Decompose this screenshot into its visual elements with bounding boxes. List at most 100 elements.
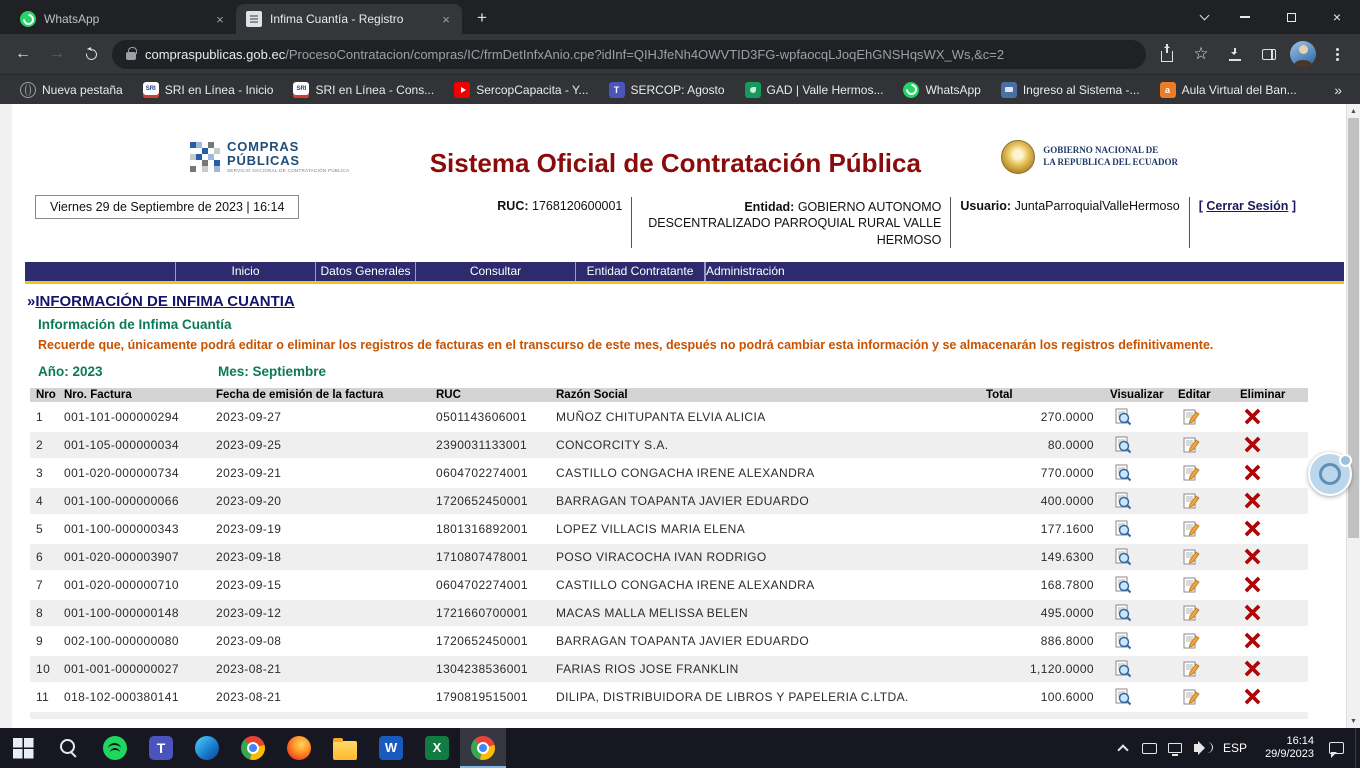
tab-search-chevron-icon[interactable] xyxy=(1186,0,1222,34)
logout-link[interactable]: [ Cerrar Sesión ] xyxy=(1199,195,1296,213)
taskbar-start[interactable] xyxy=(0,728,46,768)
profile-avatar[interactable] xyxy=(1290,41,1316,67)
eliminar-button[interactable] xyxy=(1244,604,1261,621)
eliminar-button[interactable] xyxy=(1244,632,1261,649)
action-center-button[interactable] xyxy=(1323,728,1349,768)
visualizar-button[interactable] xyxy=(1114,604,1132,622)
menu-item[interactable]: Entidad Contratante xyxy=(575,262,705,281)
editar-button[interactable] xyxy=(1182,548,1200,566)
bookmark-item[interactable]: Nueva pestaña xyxy=(12,79,131,101)
bookmark-label: SercopCapacita - Y... xyxy=(476,83,588,97)
visualizar-button[interactable] xyxy=(1114,632,1132,650)
cell-razon-social: LOPEZ VILLACIS MARIA ELENA xyxy=(550,516,980,542)
close-button[interactable]: × xyxy=(1314,0,1360,34)
show-desktop-strip[interactable] xyxy=(1355,728,1360,768)
floating-widget[interactable] xyxy=(1308,452,1352,496)
menu-item[interactable]: Inicio xyxy=(175,262,315,281)
bookmark-item[interactable]: SRI en Línea - Inicio xyxy=(135,79,282,101)
taskbar-file-explorer[interactable] xyxy=(322,728,368,768)
taskbar-spotify[interactable] xyxy=(92,728,138,768)
browser-menu-button[interactable] xyxy=(1324,41,1350,67)
eliminar-button[interactable] xyxy=(1244,436,1261,453)
eliminar-button[interactable] xyxy=(1244,492,1261,509)
taskbar-chrome[interactable] xyxy=(460,728,506,768)
bookmark-item[interactable]: SercopCapacita - Y... xyxy=(446,79,596,101)
year-label: Año: 2023 xyxy=(38,364,218,379)
bookmark-item[interactable]: SRI en Línea - Cons... xyxy=(285,79,442,101)
visualizar-button[interactable] xyxy=(1114,688,1132,706)
maximize-button[interactable] xyxy=(1268,0,1314,34)
eliminar-button[interactable] xyxy=(1244,660,1261,677)
taskbar-word[interactable] xyxy=(368,728,414,768)
editar-button[interactable] xyxy=(1182,436,1200,454)
visualizar-button[interactable] xyxy=(1114,436,1132,454)
page-scrollbar[interactable]: ▲ ▼ xyxy=(1346,104,1360,728)
gov-text-line: GOBIERNO NACIONAL DE xyxy=(1043,145,1178,157)
visualizar-button[interactable] xyxy=(1114,576,1132,594)
editar-button[interactable] xyxy=(1182,492,1200,510)
bookmark-item[interactable]: Aula Virtual del Ban... xyxy=(1152,79,1305,101)
refresh-button[interactable] xyxy=(78,41,104,67)
bookmark-item[interactable]: WhatsApp xyxy=(895,79,988,101)
tab-close-icon[interactable]: × xyxy=(438,11,454,27)
visualizar-button[interactable] xyxy=(1114,548,1132,566)
minimize-button[interactable] xyxy=(1222,0,1268,34)
scroll-down-icon[interactable]: ▼ xyxy=(1347,714,1360,728)
taskbar-edge[interactable] xyxy=(184,728,230,768)
eliminar-button[interactable] xyxy=(1244,576,1261,593)
editar-button[interactable] xyxy=(1182,520,1200,538)
taskbar-excel[interactable] xyxy=(414,728,460,768)
tab-whatsapp[interactable]: WhatsApp × xyxy=(10,4,236,34)
tray-volume[interactable] xyxy=(1188,728,1214,768)
language-indicator[interactable]: ESP xyxy=(1214,741,1256,755)
lock-icon[interactable] xyxy=(126,52,136,60)
tray-network[interactable] xyxy=(1162,728,1188,768)
editar-button[interactable] xyxy=(1182,576,1200,594)
taskbar-teams[interactable] xyxy=(138,728,184,768)
visualizar-button[interactable] xyxy=(1114,492,1132,510)
back-button[interactable]: ← xyxy=(10,41,36,67)
editar-button[interactable] xyxy=(1182,408,1200,426)
menu-item[interactable]: Consultar xyxy=(415,262,575,281)
address-bar[interactable]: compraspublicas.gob.ec/ProcesoContrataci… xyxy=(112,40,1146,69)
menu-item[interactable]: Administración xyxy=(705,262,785,281)
bookmark-star-button[interactable]: ☆ xyxy=(1188,41,1214,67)
visualizar-button[interactable] xyxy=(1114,660,1132,678)
tray-cast[interactable] xyxy=(1136,728,1162,768)
visualizar-button[interactable] xyxy=(1114,408,1132,426)
tab-infima-cuantia[interactable]: Infima Cuantía - Registro × xyxy=(236,4,462,34)
taskbar-firefox[interactable] xyxy=(276,728,322,768)
new-tab-button[interactable]: + xyxy=(468,4,496,32)
bookmark-item[interactable]: Ingreso al Sistema -... xyxy=(993,79,1148,101)
editar-button[interactable] xyxy=(1182,688,1200,706)
bookmark-item[interactable]: SERCOP: Agosto xyxy=(601,79,733,101)
menu-item[interactable]: Datos Generales xyxy=(315,262,415,281)
eliminar-button[interactable] xyxy=(1244,408,1261,425)
downloads-button[interactable] xyxy=(1222,41,1248,67)
editar-button[interactable] xyxy=(1182,660,1200,678)
share-button[interactable] xyxy=(1154,41,1180,67)
bookmark-label: Aula Virtual del Ban... xyxy=(1182,83,1297,97)
forward-button[interactable]: → xyxy=(44,41,70,67)
cell-nro: 4 xyxy=(30,488,58,514)
editar-button[interactable] xyxy=(1182,604,1200,622)
tray-hidden-icons[interactable] xyxy=(1110,728,1136,768)
eliminar-button[interactable] xyxy=(1244,688,1261,705)
visualizar-button[interactable] xyxy=(1114,464,1132,482)
delete-x-icon xyxy=(1244,632,1261,649)
visualizar-button[interactable] xyxy=(1114,520,1132,538)
tab-close-icon[interactable]: × xyxy=(212,11,228,27)
eliminar-button[interactable] xyxy=(1244,464,1261,481)
scroll-up-icon[interactable]: ▲ xyxy=(1347,104,1360,118)
editar-button[interactable] xyxy=(1182,464,1200,482)
bookmarks-overflow-icon[interactable]: » xyxy=(1328,82,1348,98)
taskbar-search[interactable] xyxy=(46,728,92,768)
taskbar-chrome[interactable] xyxy=(230,728,276,768)
eliminar-button[interactable] xyxy=(1244,548,1261,565)
eliminar-button[interactable] xyxy=(1244,520,1261,537)
editar-button[interactable] xyxy=(1182,632,1200,650)
bookmark-item[interactable]: GAD | Valle Hermos... xyxy=(737,79,892,101)
side-panel-button[interactable] xyxy=(1256,41,1282,67)
magnifier-document-icon xyxy=(1114,464,1132,482)
clock[interactable]: 16:14 29/9/2023 xyxy=(1256,735,1323,761)
